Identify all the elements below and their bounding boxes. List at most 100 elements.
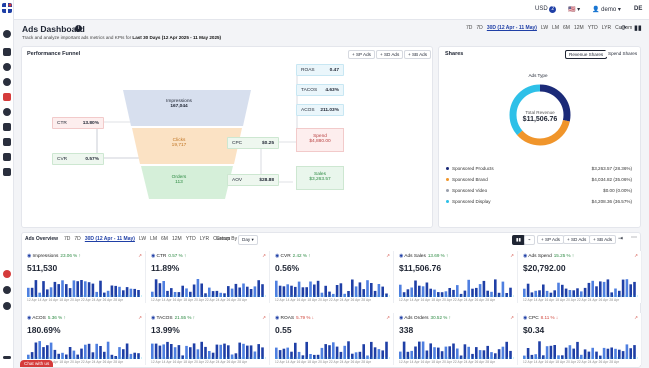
info-nav-icon[interactable]: [3, 63, 11, 71]
calendar-nav-icon[interactable]: [3, 168, 11, 176]
trend-icon[interactable]: ↗: [386, 315, 390, 321]
dashboard-nav-icon[interactable]: [3, 30, 11, 38]
settings-icon[interactable]: [3, 302, 11, 310]
acos-label: ACOS: [301, 107, 315, 113]
sparkline-bar: [482, 280, 486, 297]
expand-arrow-icon[interactable]: ⇥: [618, 235, 623, 242]
metric-card[interactable]: ◉ ROAS 5.79 % ↓ ↗ 0.55 12 Apr 14 Apr 16 Apr …: [272, 313, 394, 365]
sparkline-bar: [526, 348, 530, 359]
sparkline-bar: [257, 280, 260, 297]
range-tab[interactable]: 6M: [161, 236, 168, 242]
sparkline-axis-dates: 12 Apr 14 Apr 16 Apr 18 Apr 20 Apr 22 Ap…: [275, 360, 372, 364]
more-options-icon[interactable]: ⋯: [631, 234, 637, 241]
chat-with-us-button[interactable]: Chat with us: [20, 360, 54, 367]
metric-card[interactable]: ◉ Ads Sales 13.69 % ↑ ↗ $11,506.76 12 Apr 14…: [396, 251, 518, 303]
sparkline-bar: [633, 281, 636, 297]
collapse-sidebar-icon[interactable]: [3, 356, 11, 359]
overview-tab-sp-ads[interactable]: + SP Ads: [537, 235, 564, 244]
metric-name: CVR: [280, 254, 291, 259]
metric-card[interactable]: ◉ CTR 0.57 % ↑ ↗ 11.89% 12 Apr 14 Apr 16 Apr…: [148, 251, 270, 303]
range-tab[interactable]: LYR: [200, 236, 209, 242]
sparkline-bar: [72, 280, 76, 297]
chart-view-icon[interactable]: ▮▮: [634, 24, 642, 32]
sparkline-bar: [158, 283, 162, 297]
range-tab[interactable]: 7D: [476, 25, 482, 31]
currency-selector[interactable]: USD 2: [535, 6, 557, 13]
range-tab[interactable]: 12M: [172, 236, 182, 242]
trend-icon[interactable]: ↗: [510, 315, 514, 321]
range-tab[interactable]: LW: [139, 236, 146, 242]
sparkline-bar: [459, 293, 463, 297]
range-tab[interactable]: LYR: [602, 25, 611, 31]
overview-tab-sb-ads[interactable]: + SB Ads: [589, 235, 617, 244]
cpc-metric: CPC $0.25: [227, 137, 279, 149]
metric-card[interactable]: ◉ Ads Orders 30.52 % ↑ ↗ 338 12 Apr 14 Apr 1…: [396, 313, 518, 365]
tab-label: SP Ads: [544, 237, 560, 242]
eye-nav-icon[interactable]: [3, 108, 11, 116]
sparkline-bar: [170, 288, 173, 297]
range-tab[interactable]: 6M: [563, 25, 570, 31]
language-selector[interactable]: DE: [634, 6, 642, 12]
sparkline-bar: [557, 282, 560, 297]
metric-header: ◉ TACOS 21.55 % ↑: [151, 315, 195, 321]
legend-dot-icon: [446, 178, 449, 182]
range-tab[interactable]: LW: [541, 25, 548, 31]
range-tab-active[interactable]: 30D (12 Apr - 11 May): [487, 25, 537, 31]
overview-tab-sd-ads[interactable]: + SD Ads: [563, 235, 591, 244]
share-row-sponsored-products: Sponsored Products $3,263.57 (28.36%): [446, 166, 632, 171]
sales-value: $3,263.57: [309, 177, 331, 182]
trend-icon[interactable]: ↗: [510, 253, 514, 259]
tab-label: SB Ads: [596, 237, 613, 242]
metric-card[interactable]: ◉ CPC 8.11 % ↓ ↗ $0.34 12 Apr 14 Apr 16 Apr …: [520, 313, 642, 365]
country-flag-icon[interactable]: 🇺🇸 ▾: [568, 6, 580, 13]
top-bar: USD 2 🇺🇸 ▾ 👤 demo ▾ DE: [14, 0, 649, 20]
sparkline-bar: [196, 279, 200, 297]
trend-icon[interactable]: ↗: [634, 315, 638, 321]
range-tab[interactable]: 7D: [64, 236, 70, 242]
spend-shares-tab[interactable]: Spend Shares: [605, 50, 641, 57]
range-tab-active[interactable]: 30D (12 Apr - 11 May): [85, 236, 135, 242]
range-tab[interactable]: 7D: [74, 236, 80, 242]
grid-nav-icon[interactable]: [3, 153, 11, 161]
revenue-shares-tab[interactable]: Revenue Shares: [565, 50, 608, 59]
trend-icon[interactable]: ↗: [262, 253, 266, 259]
metric-card[interactable]: ◉ TACOS 21.55 % ↑ ↗ 13.99% 12 Apr 14 Apr 16 …: [148, 313, 270, 365]
list-nav-icon[interactable]: [3, 138, 11, 146]
line-view-toggle[interactable]: ⌁: [524, 235, 535, 245]
trend-icon[interactable]: ↗: [634, 253, 638, 259]
metric-card[interactable]: ◉ CVR 2.42 % ↑ ↗ 0.56% 12 Apr 14 Apr 16 Apr …: [272, 251, 394, 303]
trend-icon[interactable]: ↗: [262, 315, 266, 321]
share-row-sponsored-display: Sponsored Display $4,208.36 (36.57%): [446, 199, 632, 204]
info-icon[interactable]: i: [75, 25, 82, 32]
user-menu[interactable]: 👤 demo ▾: [592, 6, 621, 13]
trend-icon[interactable]: ↗: [138, 315, 142, 321]
sparkline-bar: [53, 349, 57, 359]
metric-card[interactable]: ◉ Impressions 23.06 % ↑ ↗ 511,530 12 Apr 14 …: [24, 251, 146, 303]
sparkline-bar: [335, 346, 339, 359]
range-tab[interactable]: 7D: [466, 25, 472, 31]
trend-icon[interactable]: ↗: [138, 253, 142, 259]
megaphone-nav-icon[interactable]: [3, 93, 11, 101]
range-tab[interactable]: LM: [552, 25, 559, 31]
sparkline-bar: [614, 348, 617, 359]
range-tab[interactable]: YTD: [186, 236, 196, 242]
metric-card[interactable]: ◉ ACOS 5.36 % ↑ ↗ 180.69% 12 Apr 14 Apr 16 A…: [24, 313, 146, 365]
range-tab[interactable]: LM: [150, 236, 157, 242]
sparkline-bar: [286, 284, 289, 297]
notification-icon[interactable]: [3, 270, 11, 278]
inventory-nav-icon[interactable]: [3, 123, 11, 131]
subtitle-range: Last 30 Days (12 Apr 2025 - 11 May 2025): [132, 35, 222, 40]
group-by-value: Day: [242, 237, 251, 242]
metric-card[interactable]: ◉ Ads Spend 15.25 % ↑ ↗ $20,792.00 12 Apr 14…: [520, 251, 642, 303]
circle-nav-icon[interactable]: [3, 78, 11, 86]
group-by-select[interactable]: Day ▾: [238, 235, 258, 245]
range-tab[interactable]: 12M: [574, 25, 584, 31]
share-value: $4,034.82 (35.06%): [591, 177, 632, 182]
metric-header: ◉ Ads Orders 30.52 % ↑: [399, 315, 451, 321]
help-icon[interactable]: [3, 286, 11, 294]
range-tab[interactable]: YTD: [588, 25, 598, 31]
flag-logo-icon[interactable]: [2, 3, 12, 13]
box-nav-icon[interactable]: [3, 48, 11, 56]
refresh-icon[interactable]: ⟳: [621, 24, 627, 32]
trend-icon[interactable]: ↗: [386, 253, 390, 259]
